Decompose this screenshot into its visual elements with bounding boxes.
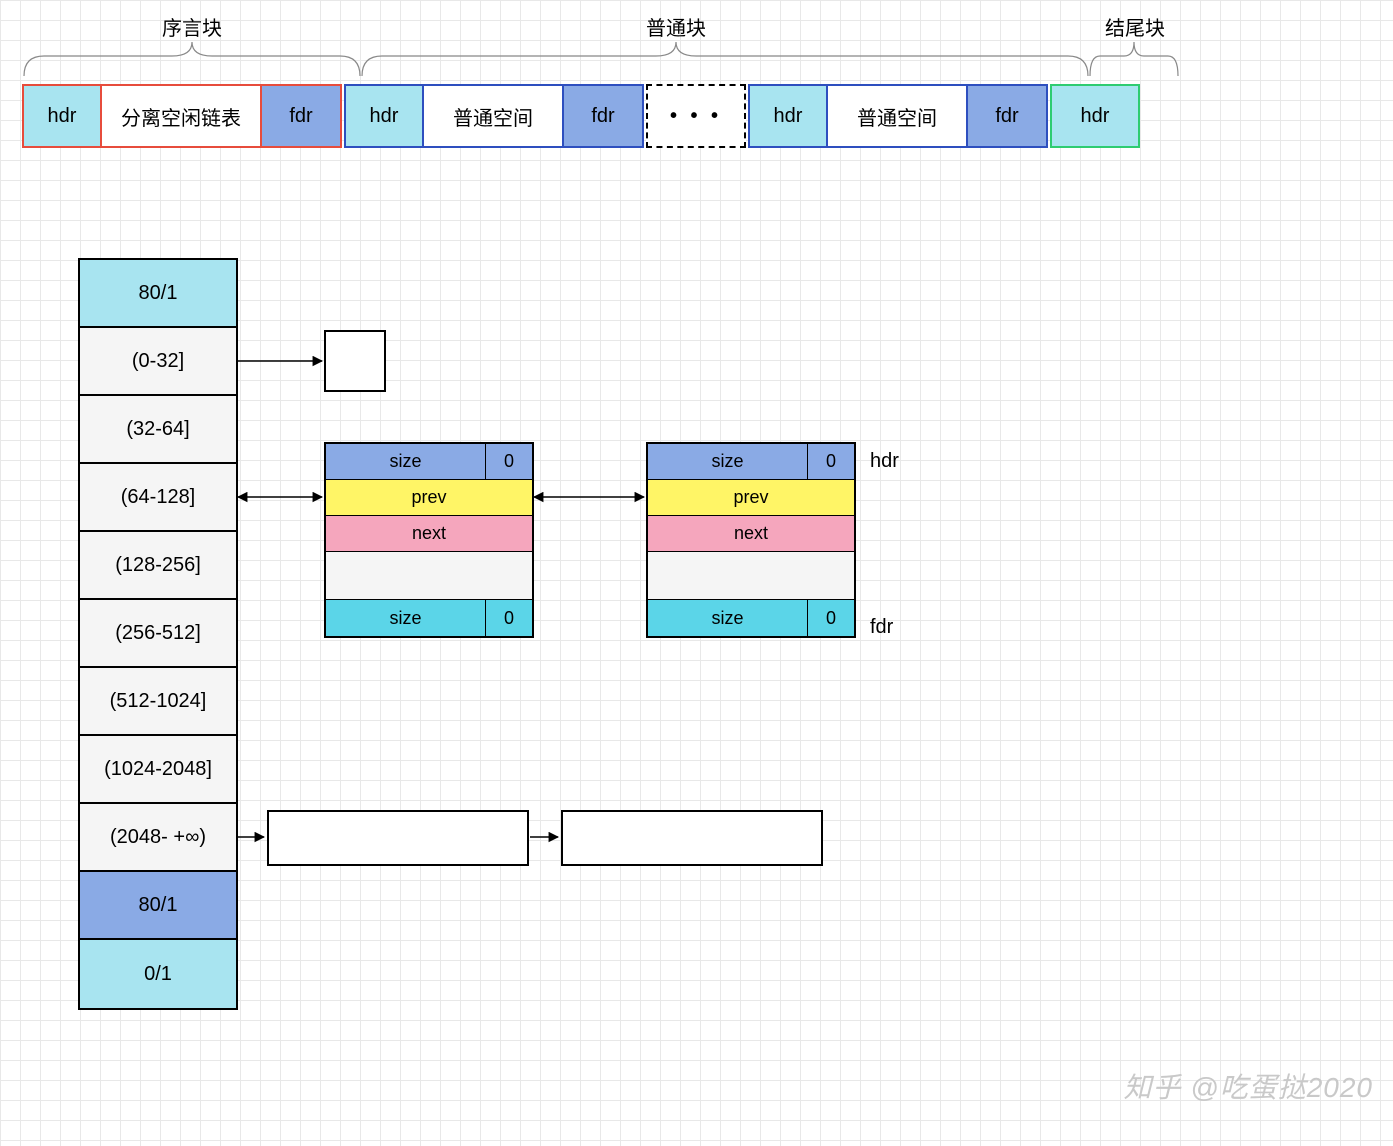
freelist-header: 80/1 xyxy=(80,260,236,328)
node1-next: next xyxy=(326,516,532,552)
prologue-hdr: hdr xyxy=(22,84,102,148)
node2-hdr-size: size xyxy=(648,444,808,479)
empty-node-box xyxy=(324,330,386,392)
freelist-epilogue: 0/1 xyxy=(80,940,236,1008)
label-normal: 普通块 xyxy=(616,12,736,41)
label-epilogue: 结尾块 xyxy=(1075,12,1195,41)
bucket-7: (2048- +∞) xyxy=(80,804,236,872)
ellipsis-block: • • • xyxy=(646,84,746,148)
block1-payload: 普通空间 xyxy=(424,84,564,148)
node2-fdr-alloc: 0 xyxy=(808,600,854,636)
node1-fdr-size: size xyxy=(326,600,486,636)
node2-fdr-size: size xyxy=(648,600,808,636)
node2-hdr-alloc: 0 xyxy=(808,444,854,479)
free-list-column: 80/1 (0-32] (32-64] (64-128] (128-256] (… xyxy=(78,258,238,1010)
bucket-0: (0-32] xyxy=(80,328,236,396)
bucket-6: (1024-2048] xyxy=(80,736,236,804)
node2-prev: prev xyxy=(648,480,854,516)
prologue-fdr: fdr xyxy=(262,84,342,148)
watermark: 知乎 @吃蛋挞2020 xyxy=(1124,1066,1374,1106)
node1-payload xyxy=(326,552,532,600)
epilogue-hdr: hdr xyxy=(1050,84,1140,148)
node1-hdr-alloc: 0 xyxy=(486,444,532,479)
node1-hdr-size: size xyxy=(326,444,486,479)
block2-fdr: fdr xyxy=(968,84,1048,148)
side-label-hdr: hdr xyxy=(870,450,899,473)
block2-payload: 普通空间 xyxy=(828,84,968,148)
free-block-node-1: size 0 prev next size 0 xyxy=(324,442,534,638)
bucket-2: (64-128] xyxy=(80,464,236,532)
free-block-node-2: size 0 prev next size 0 xyxy=(646,442,856,638)
block1-hdr: hdr xyxy=(344,84,424,148)
bucket-5: (512-1024] xyxy=(80,668,236,736)
wide-node-box-1 xyxy=(267,810,529,866)
block1-fdr: fdr xyxy=(564,84,644,148)
heap-layout-row: hdr 分离空闲链表 fdr hdr 普通空间 fdr • • • hdr 普通… xyxy=(22,84,1140,148)
node1-fdr-alloc: 0 xyxy=(486,600,532,636)
label-prologue: 序言块 xyxy=(132,12,252,41)
node2-payload xyxy=(648,552,854,600)
block2-hdr: hdr xyxy=(748,84,828,148)
bucket-3: (128-256] xyxy=(80,532,236,600)
prologue-payload: 分离空闲链表 xyxy=(102,84,262,148)
bucket-4: (256-512] xyxy=(80,600,236,668)
node1-prev: prev xyxy=(326,480,532,516)
bucket-1: (32-64] xyxy=(80,396,236,464)
freelist-footer: 80/1 xyxy=(80,872,236,940)
wide-node-box-2 xyxy=(561,810,823,866)
side-label-fdr: fdr xyxy=(870,616,893,639)
node2-next: next xyxy=(648,516,854,552)
